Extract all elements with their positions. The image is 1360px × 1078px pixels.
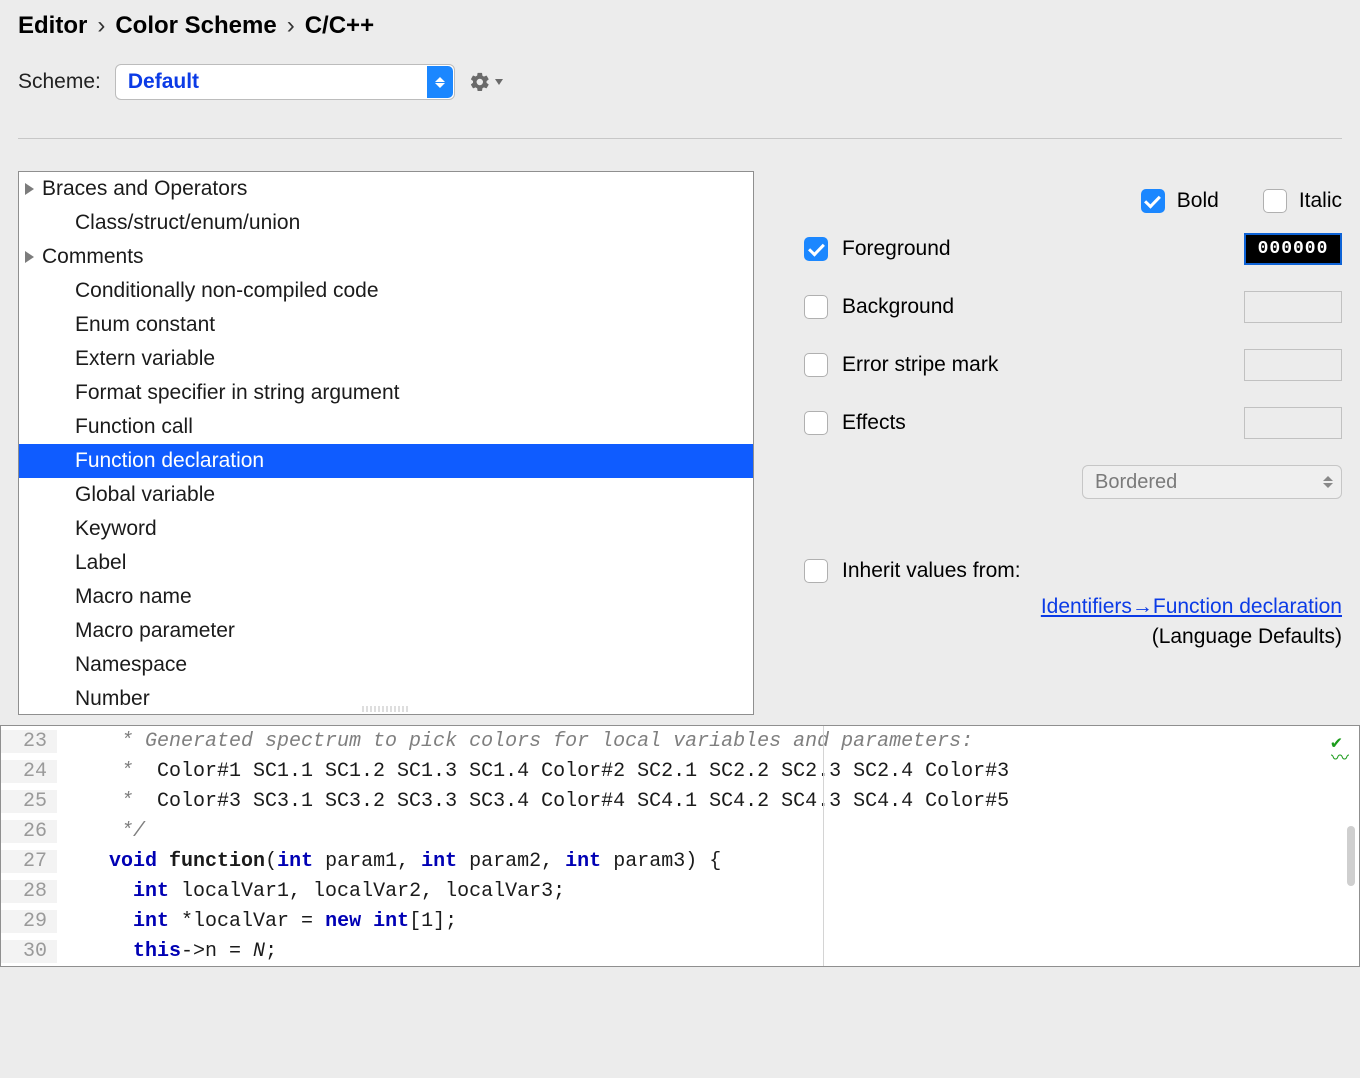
tree-item[interactable]: Enum constant [19,308,753,342]
code-preview[interactable]: ✔〰 23 * Generated spectrum to pick color… [0,725,1360,967]
foreground-checkbox[interactable] [804,237,828,261]
background-label: Background [842,295,954,319]
tree-item[interactable]: Macro parameter [19,614,753,648]
updown-icon [427,66,453,98]
tree-item-label: Function call [75,415,193,439]
chevron-down-icon [495,79,503,85]
gear-button[interactable] [469,71,503,93]
tree-item-label: Braces and Operators [42,177,247,201]
inherit-checkbox[interactable] [804,559,828,583]
tree-item[interactable]: Class/struct/enum/union [19,206,753,240]
bold-option[interactable]: Bold [1141,189,1219,213]
code-line: 25 * Color#3 SC3.1 SC3.2 SC3.3 SC3.4 Col… [1,786,1359,816]
error-stripe-swatch[interactable] [1244,349,1342,381]
tree-item-label: Enum constant [75,313,215,337]
tree-item[interactable]: Extern variable [19,342,753,376]
foreground-swatch[interactable]: 000000 [1244,233,1342,265]
tree-item-label: Extern variable [75,347,215,371]
tree-item[interactable]: Comments [19,240,753,274]
tree-item-label: Number [75,687,150,711]
effects-label: Effects [842,411,906,435]
checkbox-icon [1141,189,1165,213]
tree-item[interactable]: Function call [19,410,753,444]
gear-icon [469,71,491,93]
tree-item-label: Keyword [75,517,157,541]
tree-item-label: Comments [42,245,144,269]
chevron-right-icon [25,251,34,263]
breadcrumb: Editor › Color Scheme › C/C++ [18,12,1342,40]
inherit-link[interactable]: Identifiers→Function declaration [804,595,1342,619]
resize-grip-icon[interactable] [362,706,410,712]
tree-item[interactable]: Format specifier in string argument [19,376,753,410]
tree-item-label: Class/struct/enum/union [75,211,300,235]
updown-icon [1323,476,1333,488]
code-line: 27 void function(int param1, int param2,… [1,846,1359,876]
tree-item-label: Macro name [75,585,192,609]
code-line: 30 this->n = N; [1,936,1359,966]
attribute-tree[interactable]: Braces and Operators Class/struct/enum/un… [18,171,754,715]
language-defaults-label: (Language Defaults) [804,625,1342,649]
tree-item[interactable]: Braces and Operators [19,172,753,206]
tree-item[interactable]: Macro name [19,580,753,614]
gutter: 23 [1,730,57,753]
tree-item[interactable]: Label [19,546,753,580]
tree-item[interactable]: Keyword [19,512,753,546]
tree-item-label: Macro parameter [75,619,235,643]
wrap-guide [823,726,824,966]
inspection-ok-icon[interactable]: ✔〰 [1331,732,1349,770]
breadcrumb-editor[interactable]: Editor [18,12,87,40]
scheme-label: Scheme: [18,70,101,94]
tree-item-label: Label [75,551,126,575]
tree-item[interactable]: Function declaration [19,444,753,478]
foreground-label: Foreground [842,237,951,261]
breadcrumb-c-cpp: C/C++ [305,12,374,40]
gutter: 29 [1,910,57,933]
scheme-value: Default [128,70,199,94]
italic-option[interactable]: Italic [1263,189,1342,213]
gutter: 28 [1,880,57,903]
background-checkbox[interactable] [804,295,828,319]
tree-item[interactable]: Global variable [19,478,753,512]
tree-item[interactable]: Namespace [19,648,753,682]
error-stripe-label: Error stripe mark [842,353,998,377]
gutter: 25 [1,790,57,813]
inherit-label: Inherit values from: [842,559,1021,583]
tree-item-label: Conditionally non-compiled code [75,279,379,303]
effects-swatch[interactable] [1244,407,1342,439]
gutter: 26 [1,820,57,843]
effects-type-select[interactable]: Bordered [1082,465,1342,499]
code-line: 23 * Generated spectrum to pick colors f… [1,726,1359,756]
chevron-right-icon: › [287,12,295,40]
code-line: 28 int localVar1, localVar2, localVar3; [1,876,1359,906]
chevron-right-icon: › [97,12,105,40]
gutter: 30 [1,940,57,963]
tree-item-label: Function declaration [75,449,264,473]
tree-item-label: Global variable [75,483,215,507]
tree-item[interactable]: Conditionally non-compiled code [19,274,753,308]
chevron-right-icon [25,183,34,195]
effects-checkbox[interactable] [804,411,828,435]
checkbox-icon [1263,189,1287,213]
background-swatch[interactable] [1244,291,1342,323]
code-line: 26 */ [1,816,1359,846]
tree-item-label: Format specifier in string argument [75,381,399,405]
gutter: 24 [1,760,57,783]
breadcrumb-color-scheme[interactable]: Color Scheme [115,12,276,40]
divider [18,138,1342,139]
code-line: 29 int *localVar = new int[1]; [1,906,1359,936]
gutter: 27 [1,850,57,873]
scrollbar-thumb[interactable] [1347,826,1355,886]
scheme-select[interactable]: Default [115,64,455,100]
code-line: 24 * Color#1 SC1.1 SC1.2 SC1.3 SC1.4 Col… [1,756,1359,786]
error-stripe-checkbox[interactable] [804,353,828,377]
tree-item-label: Namespace [75,653,187,677]
